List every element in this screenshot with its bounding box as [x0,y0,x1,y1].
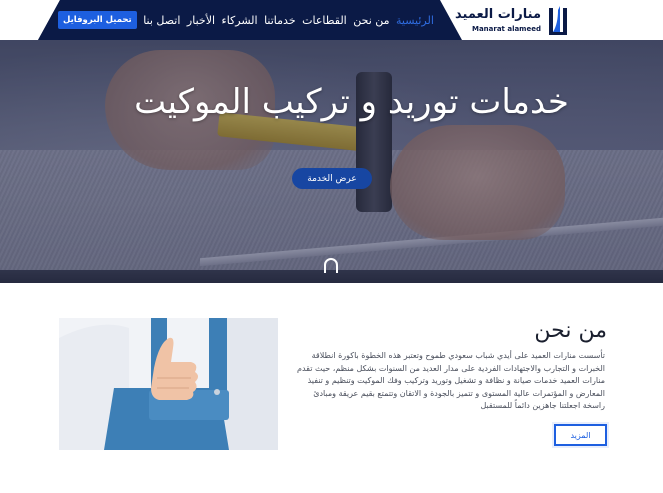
about-image [59,318,278,450]
about-title: من نحن [534,318,607,343]
nav-item-about[interactable]: من نحن [353,14,389,27]
hero-banner: خدمات توريد و تركيب الموكيت عرض الخدمة [0,0,663,283]
worker-thumbs-up-illustration [59,318,278,450]
nav-item-sectors[interactable]: القطاعات [302,14,347,27]
nav-item-partners[interactable]: الشركاء [222,14,258,27]
read-more-button[interactable]: المزيد [554,424,607,446]
download-profile-button[interactable]: تحميل البروفايل [58,11,137,29]
view-service-button[interactable]: عرض الخدمة [292,168,372,189]
site-header: منارات العميد Manarat alameed الرئيسية م… [0,0,663,40]
hero-overlay [0,0,663,283]
nav-item-news[interactable]: الأخبار [187,14,215,27]
logo-mark-icon [549,6,567,35]
about-text: تأسست منارات العميد على أيدي شباب سعودي … [297,351,605,410]
scroll-down-icon[interactable] [322,256,340,274]
nav-item-contact[interactable]: اتصل بنا [143,14,180,27]
hero-title: خدمات توريد و تركيب الموكيت [134,82,569,122]
logo-text-arabic: منارات العميد [455,7,541,22]
main-nav: الرئيسية من نحن القطاعات خدماتنا الشركاء… [58,10,434,30]
logo-text-english: Manarat alameed [471,25,541,33]
nav-item-services[interactable]: خدماتنا [264,14,296,27]
nav-item-home[interactable]: الرئيسية [396,14,434,27]
